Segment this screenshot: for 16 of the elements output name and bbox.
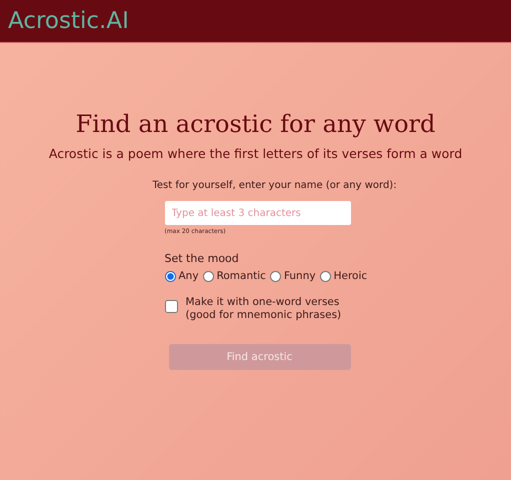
mood-radio[interactable] (202, 270, 214, 282)
mood-option-label[interactable]: Any (178, 270, 199, 282)
logo[interactable]: Acrostic.AI (8, 8, 129, 34)
mood-option-label[interactable]: Romantic (216, 270, 266, 282)
name-input-field[interactable]: Type at least 3 characters (164, 201, 350, 225)
mood-label: Set the mood (164, 252, 240, 265)
mood-radio[interactable] (164, 270, 176, 282)
field-label: Test for yourself, enter your name (or any word): (152, 179, 397, 193)
page-heading: Find an acrostic for any word (76, 110, 436, 138)
page-subheading: Acrostic is a poem where the first letters of its verses form a word (48, 146, 462, 161)
one-word-checkbox[interactable] (164, 300, 178, 313)
mood-radio[interactable] (320, 270, 331, 282)
mood-radio[interactable] (270, 270, 281, 282)
checkbox-label[interactable]: Make it with one-word verses (good for mnemonic phrases) (186, 296, 342, 322)
mood-option-label[interactable]: Heroic (334, 270, 368, 282)
mood-option-label[interactable]: Funny (284, 270, 316, 282)
